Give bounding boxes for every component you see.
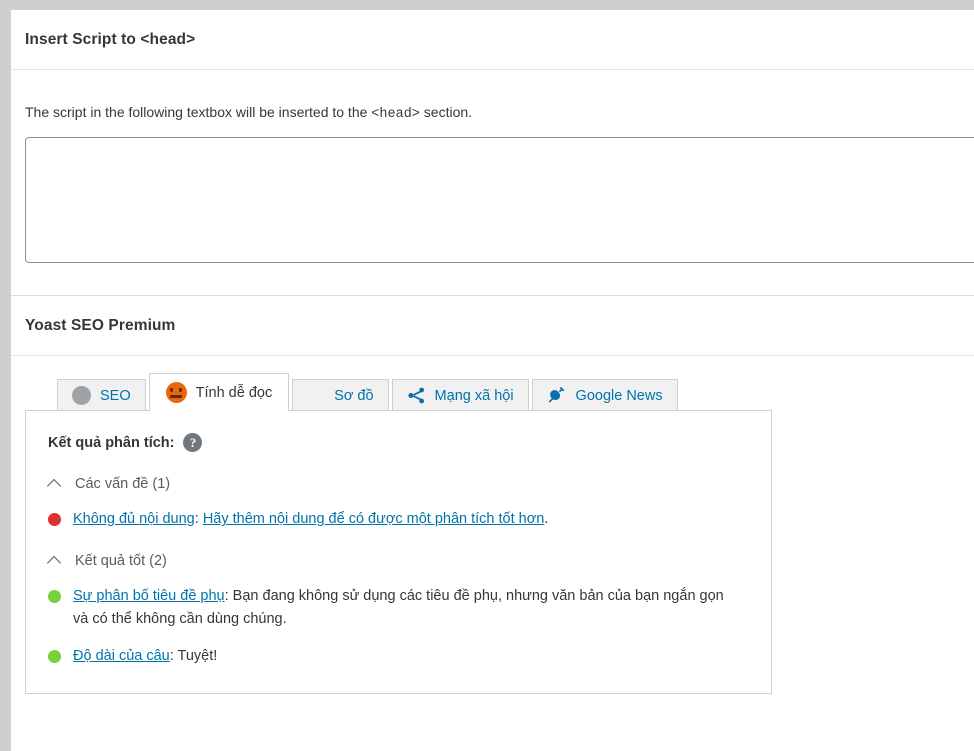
admin-page: Insert Script to <head> The script in th… — [0, 0, 974, 751]
assessment-text: Sự phân bố tiêu đề phụ: Bạn đang không s… — [73, 585, 733, 631]
insert-script-title: Insert Script to <head> — [25, 30, 196, 48]
tab-readability[interactable]: Tính dễ đọc — [148, 373, 290, 412]
panel-gap — [11, 277, 974, 296]
insert-script-header: Insert Script to <head> — [11, 10, 974, 70]
tab-seo-label: SEO — [100, 387, 131, 404]
yoast-body: SEO Tính dễ đọc Sơ đồ Mạng xã hội Google… — [11, 356, 974, 695]
yoast-seo-metabox: Yoast SEO Premium SEO Tính dễ đọc Sơ đồ … — [11, 296, 974, 695]
tab-google-news[interactable]: Google News — [531, 379, 678, 411]
analysis-results-heading: Kết quả phân tích: ? — [48, 433, 749, 453]
assessment-separator: : — [169, 647, 178, 664]
insert-script-description: The script in the following textbox will… — [25, 102, 960, 125]
status-bullet-green — [48, 649, 61, 663]
tab-readability-label: Tính dễ đọc — [195, 385, 273, 401]
tab-seo[interactable]: SEO — [57, 379, 146, 411]
chevron-up-icon — [48, 477, 62, 491]
help-icon[interactable]: ? — [183, 433, 203, 453]
tab-social-label: Mạng xã hội — [434, 387, 514, 404]
assessment-link[interactable]: Sự phân bố tiêu đề phụ — [73, 588, 225, 604]
chevron-up-icon — [48, 554, 62, 568]
assessment-separator: : — [194, 511, 203, 528]
plug-icon — [547, 385, 567, 405]
list-item: Sự phân bố tiêu đề phụ: Bạn đang không s… — [48, 585, 749, 631]
status-bullet-red — [48, 513, 61, 527]
script-textarea[interactable] — [25, 137, 974, 264]
readability-analysis-panel: Kết quả phân tích: ? Các vấn đề (1) Khôn… — [25, 410, 772, 695]
assessment-body-tail: Tuyệt! — [177, 647, 218, 664]
tab-google-news-label: Google News — [575, 387, 663, 404]
assessment-link[interactable]: Độ dài của câu — [73, 648, 170, 664]
tab-schema[interactable]: Sơ đồ — [292, 379, 389, 411]
tab-schema-label: Sơ đồ — [334, 387, 374, 404]
collapsible-problems-label: Các vấn đề (1) — [75, 476, 171, 493]
analysis-results-label: Kết quả phân tích: — [48, 434, 175, 451]
collapsible-good-results-label: Kết quả tốt (2) — [75, 553, 167, 569]
grey-circle-icon — [72, 385, 91, 405]
assessment-text: Độ dài của câu: Tuyệt! — [73, 645, 217, 668]
list-item: Không đủ nội dung: Hãy thêm nội dung để … — [48, 508, 749, 531]
collapsible-problems[interactable]: Các vấn đề (1) — [48, 476, 170, 492]
assessment-separator: : — [224, 588, 233, 604]
description-text-after: section. — [419, 104, 473, 120]
yoast-seo-title: Yoast SEO Premium — [25, 316, 176, 334]
insert-script-metabox: Insert Script to <head> The script in th… — [11, 10, 974, 278]
good-results-list: Sự phân bố tiêu đề phụ: Bạn đang không s… — [48, 585, 749, 667]
orange-neutral-smiley-icon — [165, 382, 187, 404]
assessment-body-link[interactable]: Hãy thêm nội dung để có được một phân tí… — [203, 511, 544, 527]
grid-icon — [307, 386, 325, 404]
assessment-text: Không đủ nội dung: Hãy thêm nội dung để … — [73, 508, 548, 531]
collapsible-good-results[interactable]: Kết quả tốt (2) — [48, 553, 167, 569]
description-text-before: The script in the following textbox will… — [25, 104, 372, 120]
yoast-tab-list: SEO Tính dễ đọc Sơ đồ Mạng xã hội Google… — [25, 373, 960, 412]
problems-list: Không đủ nội dung: Hãy thêm nội dung để … — [48, 508, 749, 531]
tab-social[interactable]: Mạng xã hội — [391, 379, 529, 411]
head-tag-code: <head> — [371, 107, 420, 122]
yoast-seo-header: Yoast SEO Premium — [11, 296, 974, 357]
content-area: Insert Script to <head> The script in th… — [11, 10, 974, 751]
status-bullet-green — [48, 590, 61, 603]
list-item: Độ dài của câu: Tuyệt! — [48, 645, 749, 668]
share-icon — [407, 386, 426, 405]
assessment-body-tail: . — [544, 511, 549, 528]
insert-script-body: The script in the following textbox will… — [11, 70, 974, 277]
assessment-link[interactable]: Không đủ nội dung — [73, 511, 195, 527]
